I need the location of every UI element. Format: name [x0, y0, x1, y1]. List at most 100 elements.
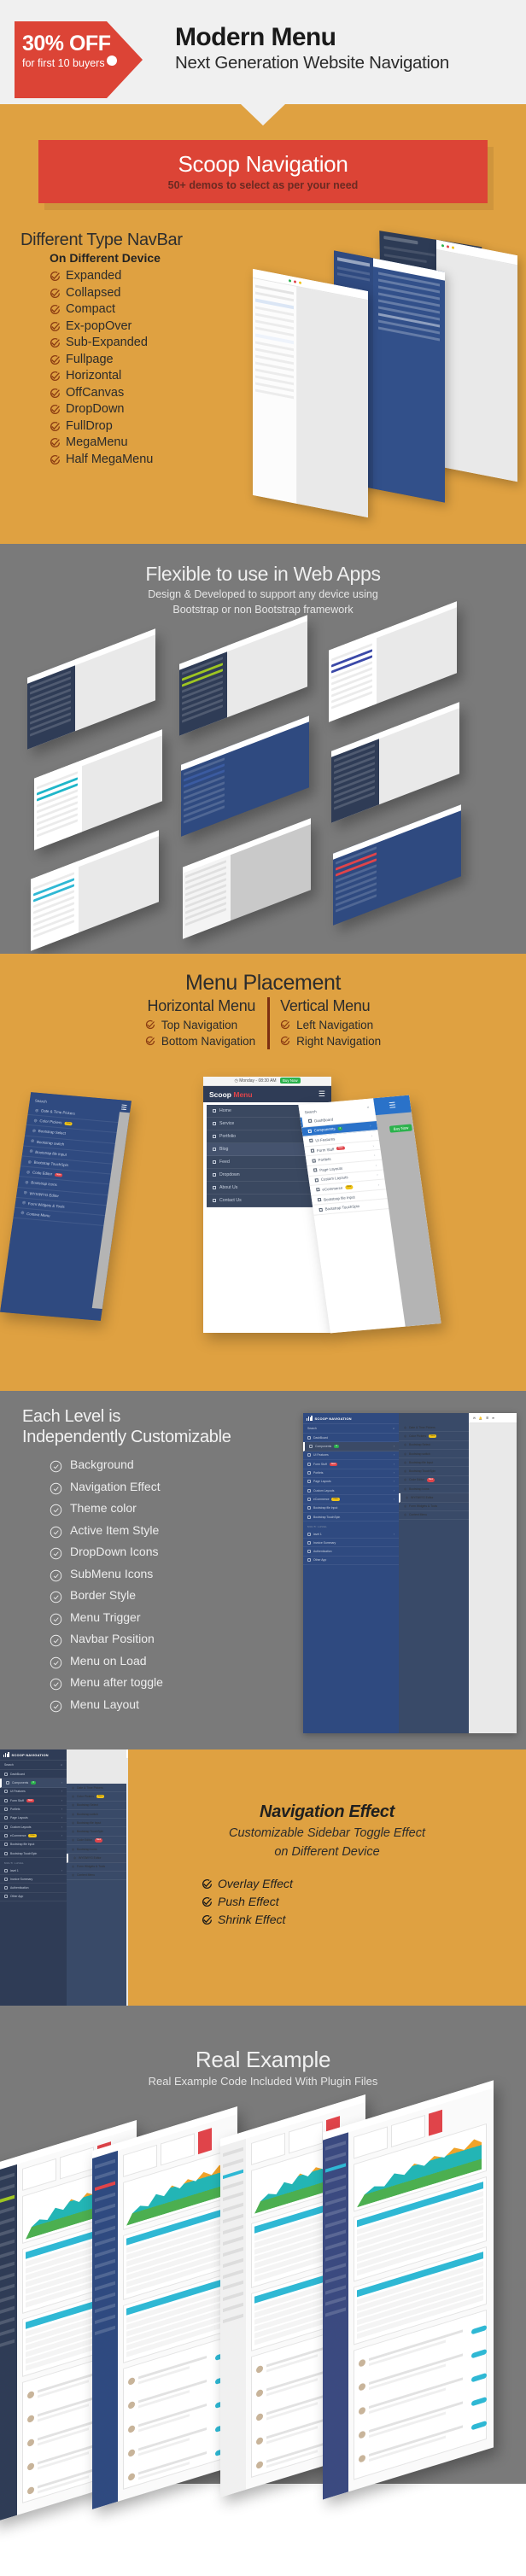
app-menu-label: Custom Layouts: [10, 1825, 32, 1829]
app-submenu-item[interactable]: ◎ Context Menu: [67, 1872, 126, 1880]
section-customizable: Each Level is Independently Customizable…: [0, 1391, 526, 1749]
app-menu-item[interactable]: Authentication: [0, 1884, 67, 1893]
app-menu-item[interactable]: Bootstrap file Input: [0, 1841, 67, 1849]
app-submenu-item[interactable]: ◎ WYSIWYG Editor: [67, 1854, 126, 1863]
app-menu-item[interactable]: eCommerce New ›: [303, 1495, 399, 1504]
app-submenu-item[interactable]: ◎ Form Widgets & Tools: [399, 1503, 469, 1511]
app-menu-item[interactable]: Form Stuff New ›: [303, 1460, 399, 1469]
app-submenu-item[interactable]: ◎ Bootstrap file Input: [67, 1819, 126, 1828]
app-menu-item[interactable]: Invoice Summary: [303, 1539, 399, 1548]
chevron-right-icon: ›: [61, 1798, 62, 1802]
isometric-app-mockup: [31, 830, 159, 951]
app-menu-item[interactable]: UI Features ›: [0, 1788, 67, 1796]
app-menu-item[interactable]: Authentication: [303, 1547, 399, 1557]
app-menu-item[interactable]: Bootstrap TouchSpin: [0, 1849, 67, 1859]
hamburger-icon-right[interactable]: ☰: [373, 1095, 412, 1116]
app-menu-item[interactable]: Portlets ›: [0, 1806, 67, 1814]
effect-title: Navigation Effect: [260, 1802, 394, 1821]
section-placement: Menu Placement Horizontal Menu Top Navig…: [0, 954, 526, 1391]
discount-amount: 30% OFF: [22, 32, 111, 55]
app-submenu-item[interactable]: ◎ Bootstrap TouchSpin: [399, 1467, 469, 1476]
app-search[interactable]: Search ⌕: [303, 1423, 399, 1434]
app-submenu-badge: New: [426, 1478, 435, 1482]
cart-icon: [307, 1497, 311, 1501]
app-menu-item[interactable]: Form Stuff New ›: [0, 1796, 67, 1806]
app-submenu-item[interactable]: ◎ Context Menu: [399, 1511, 469, 1520]
customizable-label: Menu Layout: [70, 1697, 139, 1711]
app-submenu-item[interactable]: ◎ Bootstrap switch: [67, 1810, 126, 1820]
app-search-placeholder: Search: [307, 1427, 317, 1430]
app-submenu-item[interactable]: ◎ Bootstrap Select: [67, 1802, 126, 1810]
app-menu-item[interactable]: Other App: [0, 1893, 67, 1901]
app-screenshot-effect: SCOOP NAVIGATION Search ⌕ DashBoard Compo…: [0, 1749, 128, 2006]
placement-title: Menu Placement: [185, 971, 341, 995]
app-menu-item[interactable]: Portlets ›: [303, 1469, 399, 1478]
buy-now-button-right[interactable]: Buy Now: [389, 1123, 412, 1133]
app-submenu-item[interactable]: ◎ Code Editor New: [399, 1476, 469, 1486]
app-menu-label: Custom Layouts: [313, 1488, 335, 1492]
customizable-label: Theme color: [70, 1501, 137, 1515]
circle-slash-icon: ◎: [35, 1107, 39, 1113]
gauge-icon: [307, 1119, 313, 1124]
page-title: Modern Menu: [175, 23, 336, 51]
app-menu-item[interactable]: UI Features ›: [303, 1452, 399, 1460]
hamburger-icon-center[interactable]: ☰: [319, 1089, 325, 1099]
navtype-label: MegaMenu: [66, 435, 128, 449]
check-circle-icon: [50, 1655, 62, 1668]
app-menu-item[interactable]: Bootstrap TouchSpin: [303, 1513, 399, 1522]
check-circle-icon: [50, 454, 61, 465]
chevron-right-icon: ›: [61, 1808, 62, 1812]
app-submenu-item[interactable]: ◎ Code Editor New: [67, 1837, 126, 1846]
app-menu-item[interactable]: lavel 1 ›: [0, 1866, 67, 1876]
app-submenu-item[interactable]: ◎ WYSIWYG Editor: [399, 1493, 469, 1503]
app-submenu-item[interactable]: ◎ Bootstrap Icons: [67, 1845, 126, 1855]
tasks-icon[interactable]: ☰: [486, 1417, 488, 1420]
app-menu-label: Other App: [10, 1895, 24, 1899]
dashboard-mockup-stack: [0, 2080, 526, 2523]
app-submenu-item[interactable]: ◎ Color Pickers New: [399, 1432, 469, 1441]
app-menu-item[interactable]: Page Layouts ›: [303, 1478, 399, 1487]
app-menu-item[interactable]: DashBoard: [0, 1770, 67, 1779]
app-search-placeholder: Search: [4, 1763, 14, 1767]
app-menu-item[interactable]: Custom Layouts ›: [303, 1487, 399, 1496]
app-menu-item[interactable]: Page Layouts ›: [0, 1814, 67, 1823]
phone-right-search-label: Search: [304, 1109, 317, 1115]
app-search[interactable]: Search ⌕: [0, 1760, 67, 1770]
app-menu-item[interactable]: lavel 1 ›: [303, 1530, 399, 1539]
app-submenu-item[interactable]: ◎ Bootstrap switch: [399, 1450, 469, 1459]
app-menu-item[interactable]: DashBoard: [303, 1434, 399, 1443]
app-menu: DashBoard Components 3 › UI Features › Form St…: [0, 1770, 67, 1859]
app-menu-item[interactable]: eCommerce New ›: [0, 1831, 67, 1841]
app-submenu-label: WYSIWYG Editor: [78, 1855, 102, 1860]
app-menu-item[interactable]: Invoice Summary: [0, 1875, 67, 1884]
app-submenu-item[interactable]: ◎ Color Pickers New: [67, 1792, 126, 1802]
app-menu-item[interactable]: Other App: [303, 1557, 399, 1565]
app-menu-item[interactable]: Components 3 ›: [0, 1779, 67, 1788]
buy-now-button-left[interactable]: Buy Now: [128, 1124, 132, 1133]
app-submenu-item[interactable]: ◎ Date & Time Pickers: [399, 1423, 469, 1433]
circle-slash-icon: ◎: [404, 1487, 406, 1491]
lock-open-icon: [4, 1895, 8, 1899]
app-menu-item[interactable]: Custom Layouts ›: [0, 1823, 67, 1832]
app-menu-item[interactable]: Components 3 ›: [303, 1442, 399, 1452]
effect-label: Push Effect: [218, 1895, 279, 1908]
customizable-label: Menu Trigger: [70, 1609, 141, 1624]
hamburger-icon-left[interactable]: ☰: [120, 1103, 127, 1112]
customizable-label: Menu after toggle: [70, 1675, 163, 1689]
app-submenu-item[interactable]: ◎ Form Widgets & Tools: [67, 1863, 126, 1872]
app-submenu-item[interactable]: ◎ Bootstrap file Input: [399, 1458, 469, 1468]
app-submenu-item[interactable]: ◎ Bootstrap Select: [399, 1441, 469, 1450]
app-sidebar: SCOOP NAVIGATION Search ⌕ DashBoard Compo…: [303, 1413, 399, 1733]
app-submenu-item[interactable]: ◎ Bootstrap TouchSpin: [67, 1827, 126, 1837]
rss-icon[interactable]: ≋: [492, 1417, 494, 1420]
buy-now-button-center[interactable]: Buy Now: [279, 1078, 301, 1084]
isometric-app-mockup: [34, 729, 162, 850]
mail-icon[interactable]: ✉: [473, 1417, 476, 1420]
app-menu-item[interactable]: Bootstrap file Input: [303, 1504, 399, 1513]
menu-item-icon: [213, 1160, 216, 1164]
app-submenu-item[interactable]: ◎ Bootstrap Icons: [399, 1485, 469, 1494]
circle-slash-icon: ◎: [404, 1504, 406, 1509]
bell-icon[interactable]: 🔔: [479, 1417, 482, 1420]
phone-center-menu-item[interactable]: Contact Us: [207, 1195, 328, 1207]
app-submenu-item[interactable]: ◎ Date & Time Pickers: [67, 1784, 126, 1793]
